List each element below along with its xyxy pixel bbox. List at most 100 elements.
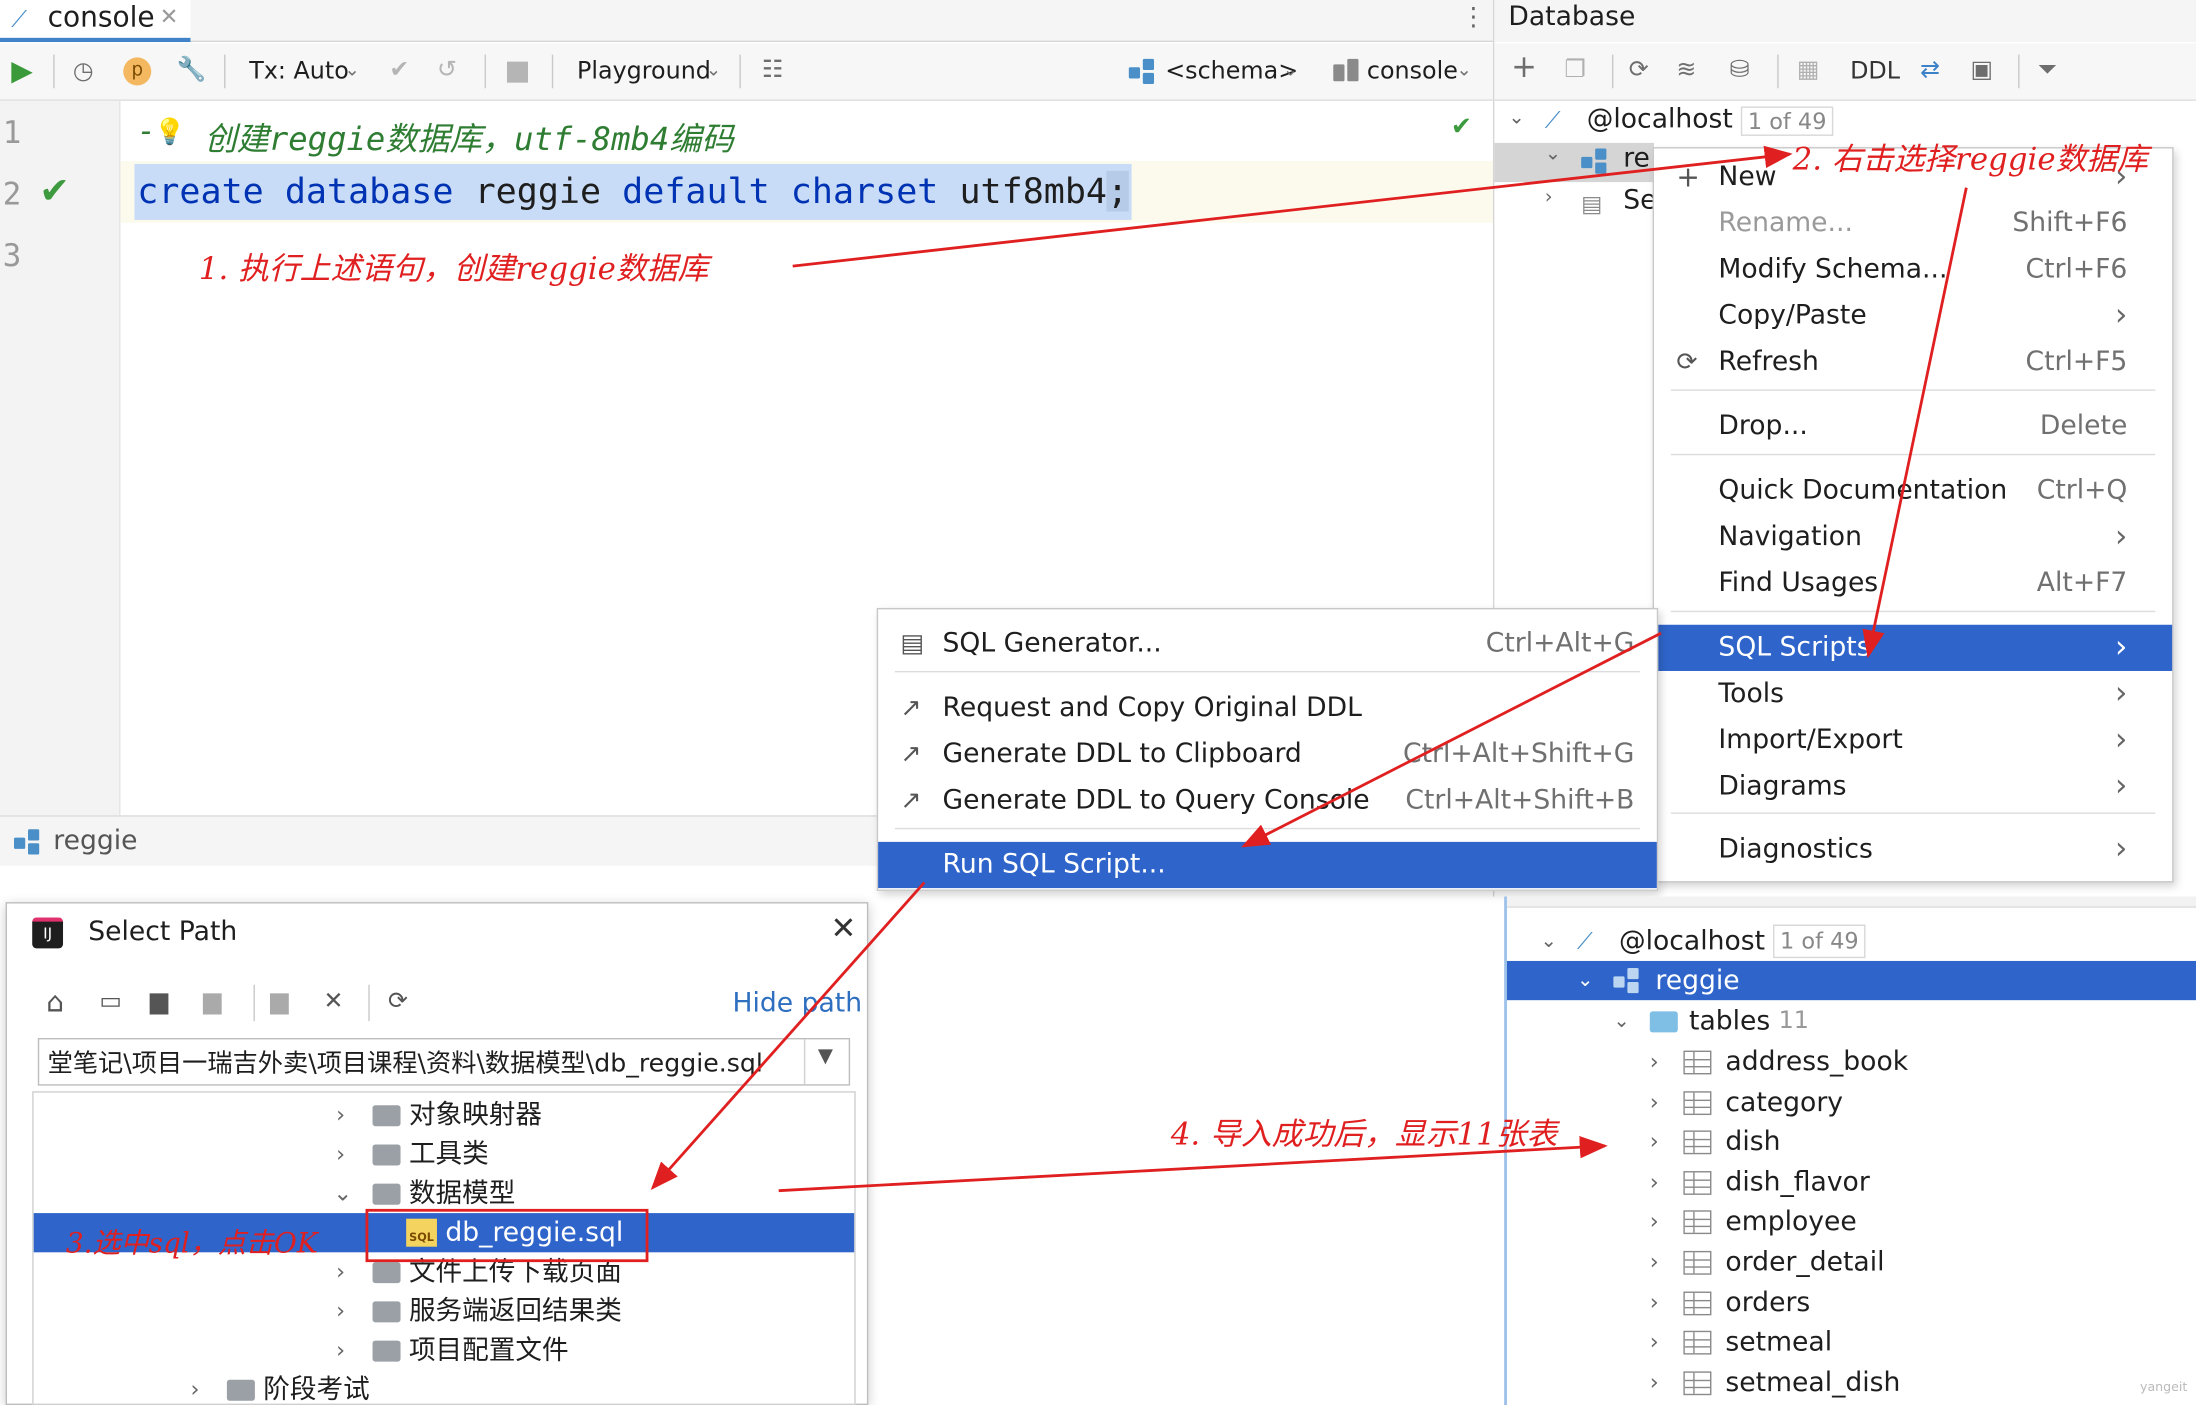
playground-select[interactable]: Playground <box>577 57 711 85</box>
tab-console[interactable]: ⟋ console ✕ <box>0 0 191 43</box>
menu-shortcut: Ctrl+Alt+G <box>1485 627 1635 659</box>
copy-icon[interactable]: ❐ <box>1564 56 1585 84</box>
tree-label: 阶段考试 <box>263 1374 370 1405</box>
database-icon[interactable]: ⛁ <box>1730 56 1750 84</box>
close-icon[interactable]: ✕ <box>160 3 179 30</box>
close-icon[interactable]: ✕ <box>831 912 857 947</box>
menu-item-navigation[interactable]: Navigation › <box>1654 514 2172 560</box>
menu-item-sql-scripts[interactable]: SQL Scripts › <box>1654 624 2173 671</box>
hide-path-link[interactable]: Hide path <box>732 988 862 1019</box>
refresh-icon[interactable]: ⟳ <box>1629 56 1649 84</box>
table-item[interactable]: › category <box>1507 1082 2196 1121</box>
table-item[interactable]: › setmeal_dish <box>1507 1363 2196 1402</box>
table-item[interactable]: › employee <box>1507 1202 2196 1241</box>
tree-host[interactable]: ⌄ ⟋ @localhost 1 of 49 <box>1507 922 2196 961</box>
desktop-icon[interactable]: ▭ <box>99 988 121 1016</box>
menu-item-quick-documentation[interactable]: Quick Documentation Ctrl+Q <box>1654 468 2172 514</box>
schema-select[interactable]: <schema> <box>1165 57 1298 85</box>
menu-item-tools[interactable]: Tools › <box>1654 671 2172 717</box>
highlight-box <box>365 1208 649 1263</box>
jump-icon[interactable]: ⇄ <box>1920 56 1940 84</box>
chevron-down-icon[interactable]: ⌄ <box>1508 106 1524 128</box>
tree-item[interactable]: › 服务端返回结果类 <box>34 1292 855 1331</box>
tx-mode-select[interactable]: Tx: Auto <box>249 57 349 85</box>
tree-partial-label: re <box>1623 142 1650 174</box>
submenu-item-request-and-copy-original-ddl[interactable]: ↗ Request and Copy Original DDL <box>878 685 1657 731</box>
chevron-right-icon: › <box>2115 630 2128 666</box>
tree-item[interactable]: › 项目配置文件 <box>34 1331 855 1370</box>
menu-item-modify-schema[interactable]: Modify Schema... Ctrl+F6 <box>1654 247 2172 293</box>
tab-label: console <box>47 0 155 34</box>
history-icon[interactable]: ◷ <box>73 57 94 85</box>
menu-item-refresh[interactable]: Refresh ⟳ Ctrl+F5 <box>1654 339 2172 385</box>
menu-item-find-usages[interactable]: Find Usages Alt+F7 <box>1654 560 2172 606</box>
rollback-icon[interactable]: ↺ <box>437 56 457 84</box>
path-input[interactable]: 堂笔记\项目一瑞吉外卖\项目课程\资料\数据模型\db_reggie.sql <box>48 1044 763 1080</box>
schemas-icon[interactable]: ≋ <box>1676 56 1696 84</box>
table-item[interactable]: › order_detail <box>1507 1243 2196 1282</box>
add-icon[interactable]: + <box>1511 53 1537 84</box>
result-database-tree: ⌄ ⟋ @localhost 1 of 49 ⌄ reggie ⌄ tables… <box>1504 896 2196 1405</box>
new-folder-icon[interactable]: ▆ <box>270 988 288 1016</box>
submenu-item-generate-ddl-to-query-console[interactable]: ↗ Generate DDL to Query Console Ctrl+Alt+S… <box>878 777 1657 823</box>
menu-shortcut: Ctrl+F6 <box>2025 253 2128 285</box>
sql-comment: 创建reggie数据库，utf-8mb4编码 <box>204 121 734 159</box>
menu-item-rename[interactable]: Rename... Shift+F6 <box>1654 200 2172 246</box>
stop-icon[interactable] <box>506 61 528 83</box>
home-icon[interactable]: ⌂ <box>46 988 64 1016</box>
menu-item-diagnostics[interactable]: Diagnostics › <box>1654 826 2172 872</box>
host-label[interactable]: @localhost <box>1587 104 1733 135</box>
menu-shortcut: Ctrl+Alt+Shift+G <box>1403 738 1635 770</box>
more-icon[interactable]: ⋮ <box>1461 3 1486 32</box>
sql-statement[interactable]: create database reggie default charset u… <box>134 163 1131 220</box>
table-view-icon[interactable]: ☷ <box>762 56 783 84</box>
bulb-icon[interactable]: 💡 <box>154 118 185 147</box>
db-name: reggie <box>474 170 602 212</box>
tree-db-selected[interactable]: ⌄ reggie <box>1506 960 2196 1001</box>
tree-tables[interactable]: ⌄ tables 11 <box>1507 1002 2196 1041</box>
table-icon[interactable]: ▦ <box>1797 56 1819 84</box>
module-icon[interactable]: ▆ <box>203 988 221 1016</box>
project-icon[interactable]: ▆ <box>150 988 168 1016</box>
table-item[interactable]: › address_book <box>1507 1042 2196 1081</box>
menu-item-label: Quick Documentation <box>1718 474 2008 506</box>
table-item[interactable]: › dish <box>1507 1122 2196 1161</box>
watermark: yangeit <box>2139 1381 2188 1396</box>
submenu-item-sql-generator[interactable]: ▤ SQL Generator... Ctrl+Alt+G <box>878 621 1657 667</box>
menu-item-label: Modify Schema... <box>1718 253 1948 285</box>
line-number: 2 <box>2 177 22 213</box>
refresh-icon[interactable]: ⟳ <box>388 988 408 1016</box>
menu-separator <box>1670 610 2156 613</box>
run-icon[interactable]: ▶ <box>11 56 33 84</box>
menu-item-drop[interactable]: Drop... Delete <box>1654 403 2172 449</box>
tree-item[interactable]: › 对象映射器 <box>34 1095 855 1134</box>
submenu-item-run-sql-script[interactable]: Run SQL Script... <box>878 841 1657 889</box>
menu-item-import-export[interactable]: Import/Export › <box>1654 717 2172 763</box>
menu-item-copy-paste[interactable]: Copy/Paste › <box>1654 293 2172 339</box>
chevron-right-icon[interactable]: › <box>1545 186 1553 208</box>
panel-toolbar: + ❐ ⟳ ≋ ⛁ ▦ DDL ⇄ ▣ ⏷ <box>1494 43 2196 101</box>
console-icon[interactable]: ▣ <box>1971 56 1993 84</box>
path-field[interactable]: 堂笔记\项目一瑞吉外卖\项目课程\资料\数据模型\db_reggie.sql ▼ <box>37 1037 851 1086</box>
tree-item[interactable]: › 工具类 <box>34 1135 855 1174</box>
tree-item[interactable]: ⌄ 数据模型 <box>34 1174 855 1213</box>
profile-icon[interactable]: p <box>123 57 152 86</box>
table-item[interactable]: › setmeal <box>1507 1323 2196 1362</box>
commit-icon[interactable]: ✔ <box>389 56 409 84</box>
submenu-item-generate-ddl-to-clipboard[interactable]: ↗ Generate DDL to Clipboard Ctrl+Alt+Shift… <box>878 731 1657 777</box>
wrench-icon[interactable]: 🔧 <box>176 56 206 84</box>
chevron-down-icon[interactable]: ▼ <box>818 1045 833 1067</box>
delete-icon[interactable]: ✕ <box>324 988 344 1016</box>
console-select[interactable]: console <box>1367 57 1458 85</box>
table-item[interactable]: › dish_flavor <box>1507 1162 2196 1201</box>
menu-item-label: Find Usages <box>1718 567 1879 599</box>
ddl-button[interactable]: DDL <box>1850 57 1900 85</box>
chevron-down-icon[interactable]: ⌄ <box>1545 143 1561 165</box>
tree-item[interactable]: › 阶段考试 <box>34 1370 855 1405</box>
table-item[interactable]: › orders <box>1507 1283 2196 1322</box>
kw-create: create <box>137 170 264 212</box>
menu-item-diagrams[interactable]: Diagrams › <box>1654 763 2172 809</box>
chevron-down-icon: ⌄ <box>1282 60 1299 82</box>
filter-icon[interactable]: ⏷ <box>2038 56 2057 84</box>
chevron-down-icon: ⌄ <box>705 60 722 82</box>
